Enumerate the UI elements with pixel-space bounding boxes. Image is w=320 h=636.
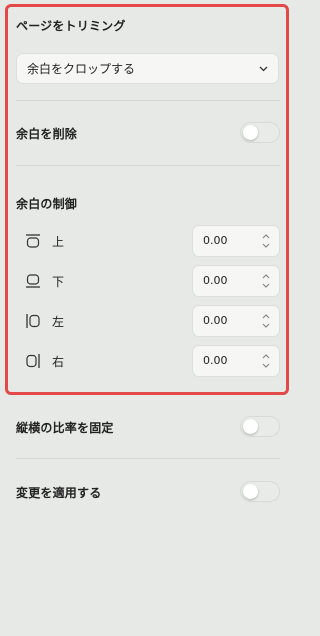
toggle-knob [243,419,258,434]
margin-bottom-value[interactable]: 0.00 [203,274,228,287]
crop-mode-value: 余白をクロップする [27,62,136,76]
margin-top-stepper[interactable]: 0.00 [192,225,280,257]
divider [16,100,280,101]
crop-pages-panel: ページをトリミング 余白をクロップする 余白を削除 余白の制御 上 0.00 下… [0,0,294,636]
margin-row-left: 左 0.00 [16,305,280,337]
divider [16,458,280,459]
margin-label-left: 左 [52,315,65,329]
margin-label-bottom: 下 [52,275,65,289]
stepper-arrows-icon[interactable] [261,351,271,371]
margin-row-right: 右 0.00 [16,345,280,377]
margin-row-top: 上 0.00 [16,225,280,257]
bottom-margin-icon [24,272,42,290]
crop-section-title: ページをトリミング [16,19,126,33]
apply-changes-label: 変更を適用する [16,486,102,500]
toggle-knob [243,125,258,140]
margin-right-value[interactable]: 0.00 [203,354,228,367]
left-margin-icon [24,312,42,330]
margin-left-stepper[interactable]: 0.00 [192,305,280,337]
margin-row-bottom: 下 0.00 [16,265,280,297]
lock-aspect-toggle[interactable] [240,416,280,437]
lock-aspect-label: 縦横の比率を固定 [16,421,114,435]
chevron-down-icon [258,64,268,74]
divider [16,165,280,166]
stepper-arrows-icon[interactable] [261,311,271,331]
margin-bottom-stepper[interactable]: 0.00 [192,265,280,297]
margin-right-stepper[interactable]: 0.00 [192,345,280,377]
toggle-knob [243,484,258,499]
margin-top-value[interactable]: 0.00 [203,234,228,247]
margin-control-title: 余白の制御 [16,197,78,211]
apply-changes-toggle[interactable] [240,481,280,502]
crop-mode-dropdown[interactable]: 余白をクロップする [16,53,279,84]
top-margin-icon [24,232,42,250]
remove-margins-toggle[interactable] [240,122,280,143]
remove-margins-label: 余白を削除 [16,127,78,141]
margin-label-top: 上 [52,235,65,249]
right-margin-icon [24,352,42,370]
margin-label-right: 右 [52,355,65,369]
stepper-arrows-icon[interactable] [261,231,271,251]
stepper-arrows-icon[interactable] [261,271,271,291]
margin-left-value[interactable]: 0.00 [203,314,228,327]
